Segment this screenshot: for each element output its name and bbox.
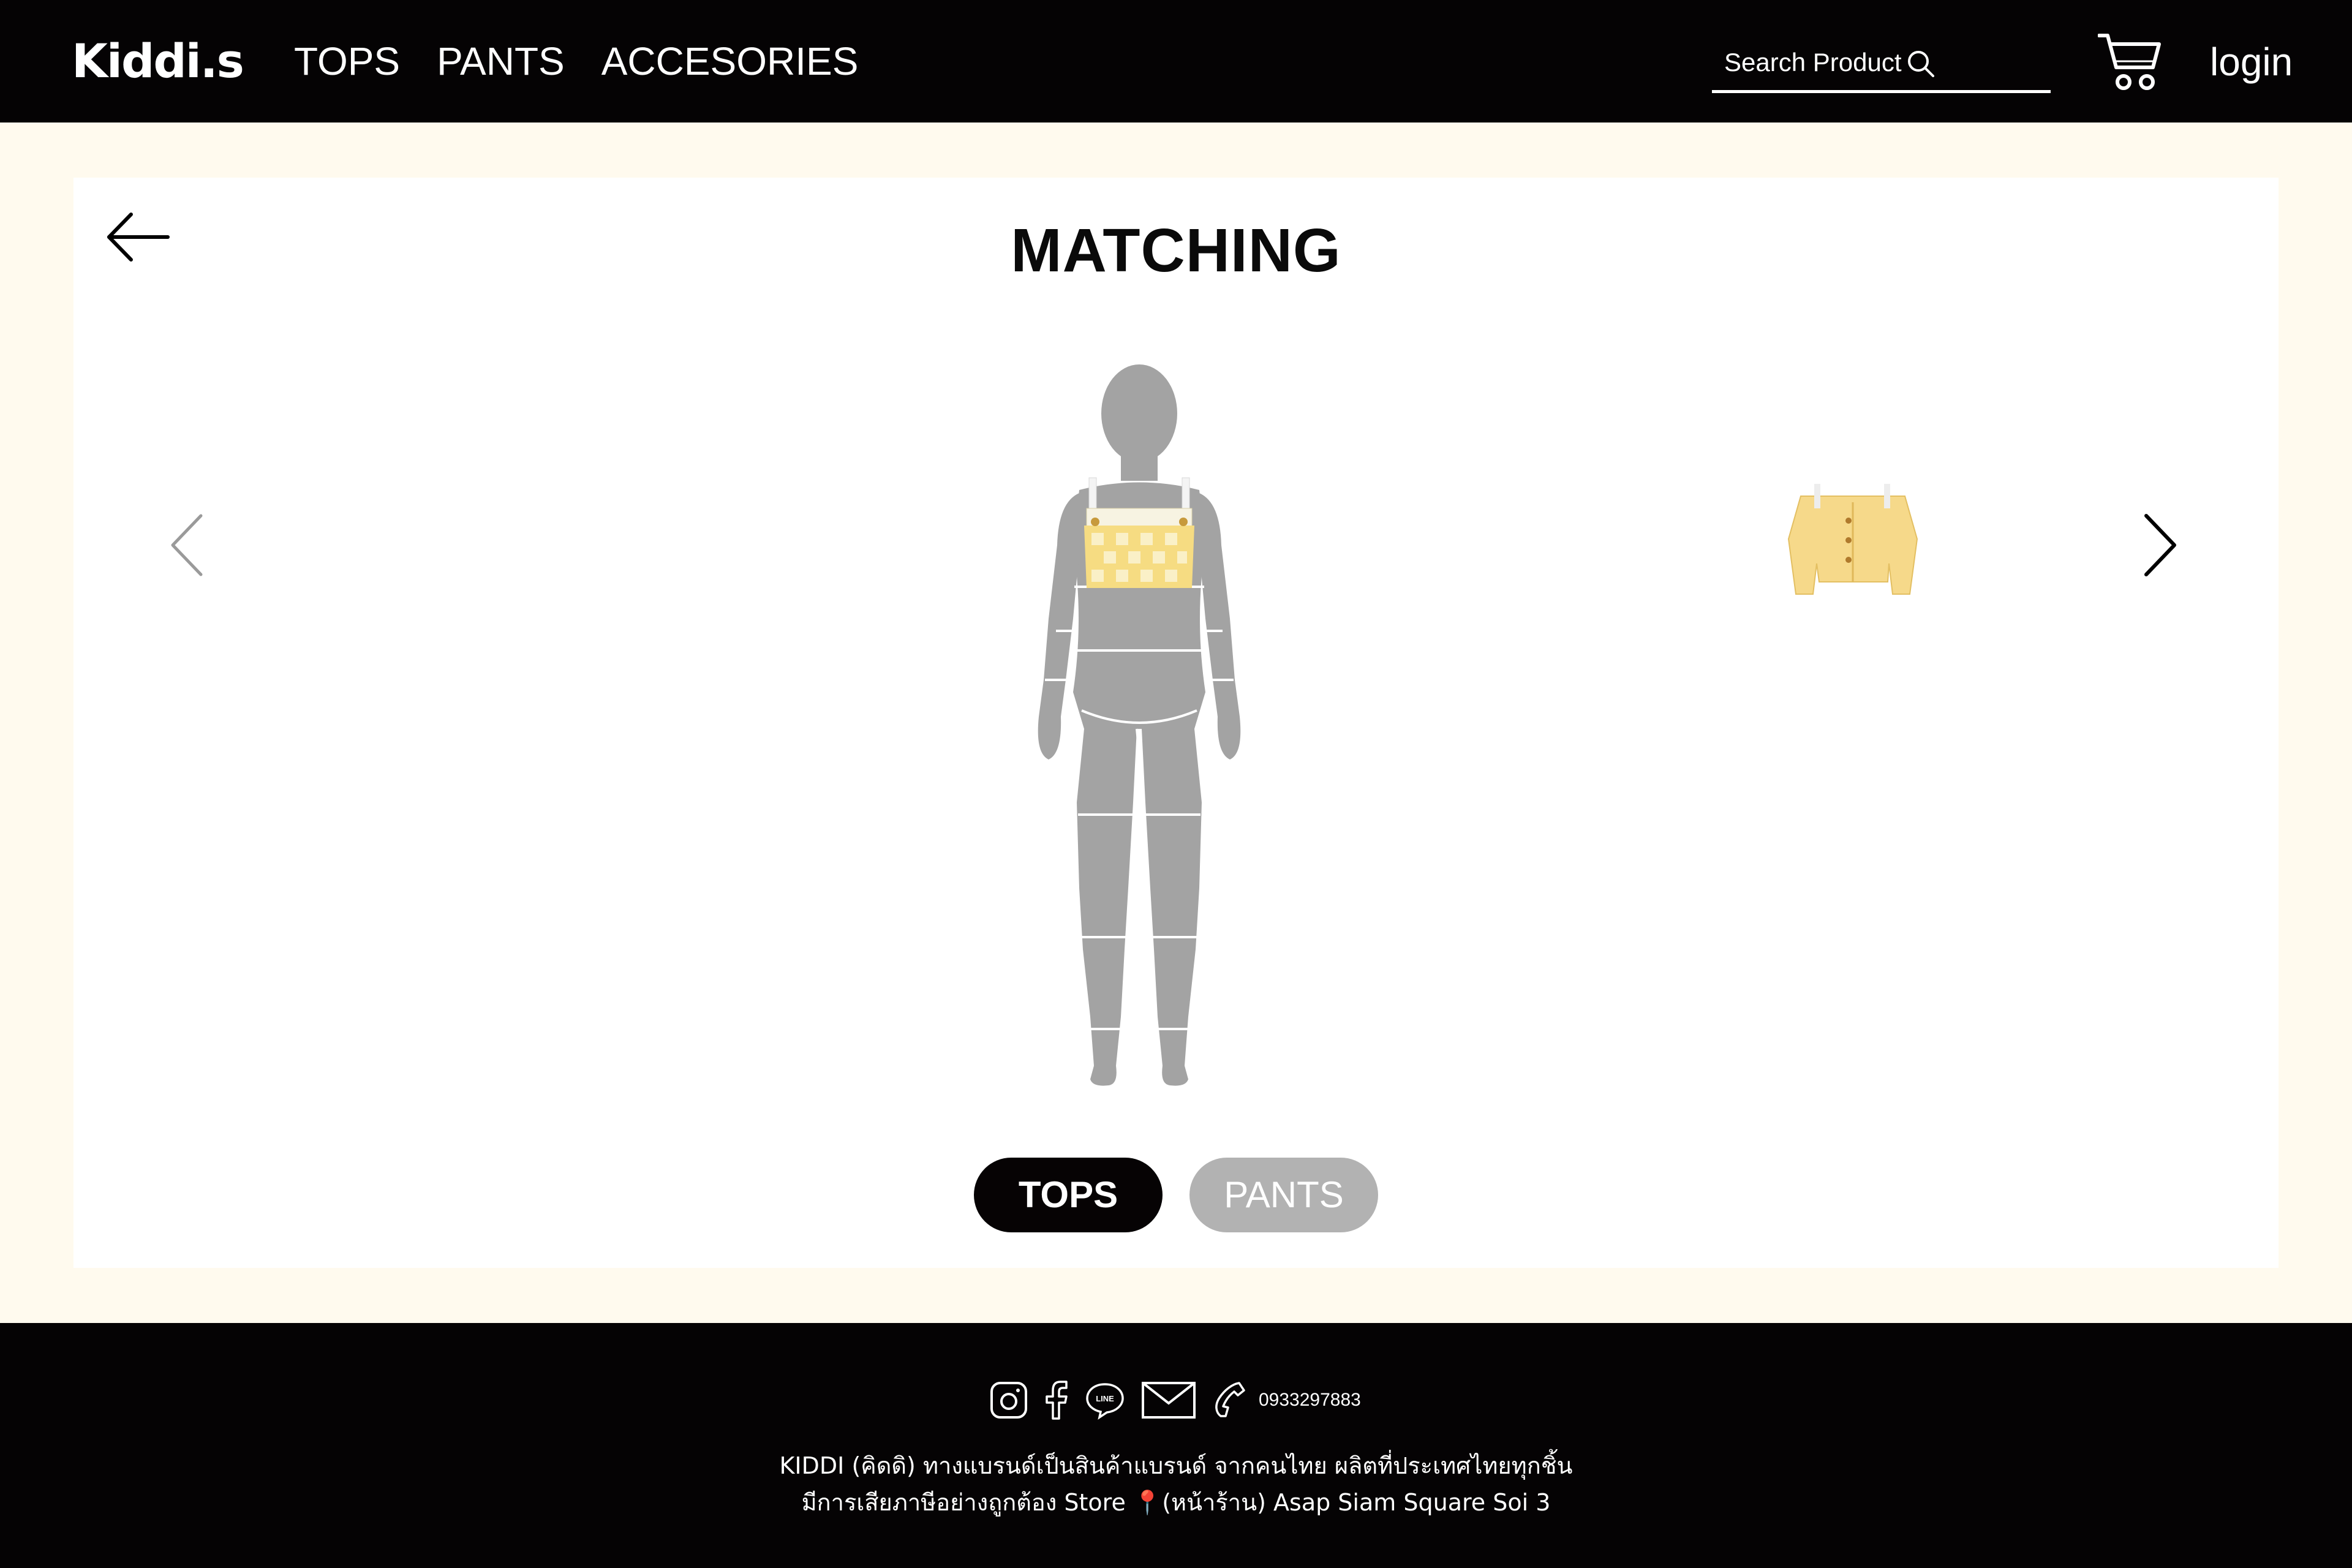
footer-text-line-2: มีการเสียภาษีอย่างถูกต้อง Store 📍(หน้าร้… <box>801 1489 1551 1516</box>
top-navbar: Kiddi.s TOPS PANTS ACCESORIES Search Pro… <box>0 0 2352 123</box>
facebook-icon[interactable] <box>1044 1379 1069 1421</box>
contact-icons: LINE 0933297883 <box>989 1379 1361 1421</box>
tops-toggle-button[interactable]: TOPS <box>974 1158 1163 1232</box>
mannequin-figure <box>1038 364 1241 1086</box>
nav-accesories[interactable]: ACCESORIES <box>601 39 859 83</box>
matching-panel: MATCHING TOPS PANTS <box>74 178 2278 1268</box>
mail-icon[interactable] <box>1141 1381 1196 1419</box>
cardigan-thumbnail[interactable] <box>1776 472 1929 606</box>
pants-toggle-button[interactable]: PANTS <box>1189 1158 1378 1232</box>
footer-text-line-1: KIDDI (คิดดิ) ทางแบรนด์เป็นสินค้าแบรนด์ … <box>779 1452 1573 1479</box>
site-footer: LINE 0933297883 KIDDI (คิดดิ) ทางแบรนด์เ… <box>0 1323 2352 1568</box>
login-link[interactable]: login <box>2210 39 2293 85</box>
brand-logo[interactable]: Kiddi.s <box>72 34 244 88</box>
search-icon[interactable] <box>1905 48 1937 80</box>
search-input[interactable]: Search Product <box>1712 43 2051 93</box>
main-nav: TOPS PANTS ACCESORIES <box>294 39 858 83</box>
chevron-right-icon[interactable] <box>2138 508 2180 582</box>
page-title: MATCHING <box>1011 216 1341 285</box>
line-icon[interactable]: LINE <box>1085 1381 1125 1420</box>
phone-number: 0933297883 <box>1259 1390 1361 1410</box>
nav-pants[interactable]: PANTS <box>437 39 565 83</box>
instagram-icon[interactable] <box>989 1381 1028 1420</box>
nav-tops[interactable]: TOPS <box>294 39 400 83</box>
phone-icon[interactable] <box>1212 1381 1249 1420</box>
search-placeholder: Search Product <box>1724 48 1902 77</box>
cart-icon[interactable] <box>2098 31 2163 92</box>
svg-text:LINE: LINE <box>1096 1394 1114 1403</box>
chevron-left-icon[interactable] <box>167 508 209 582</box>
